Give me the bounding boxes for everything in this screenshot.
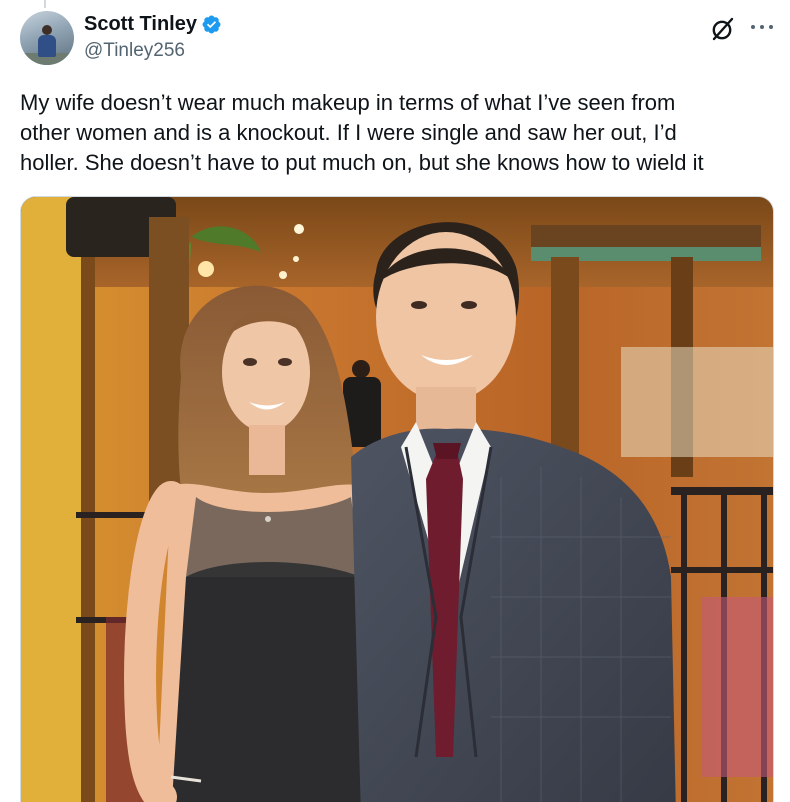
thread-connector-line xyxy=(44,0,46,8)
photo-couple-restaurant xyxy=(21,197,773,802)
verified-badge-icon[interactable] xyxy=(201,14,222,35)
more-options-icon[interactable] xyxy=(748,14,776,40)
author-handle[interactable]: @Tinley256 xyxy=(84,40,185,62)
tweet-photo[interactable] xyxy=(20,196,774,802)
grok-icon[interactable] xyxy=(710,16,736,42)
avatar[interactable] xyxy=(20,11,74,65)
author-name-row: Scott Tinley xyxy=(84,12,222,36)
tweet-card[interactable]: Scott Tinley @Tinley256 My wife doesn’t … xyxy=(0,0,790,802)
tweet-text: My wife doesn’t wear much makeup in term… xyxy=(20,90,704,175)
author-display-name[interactable]: Scott Tinley xyxy=(84,12,197,36)
